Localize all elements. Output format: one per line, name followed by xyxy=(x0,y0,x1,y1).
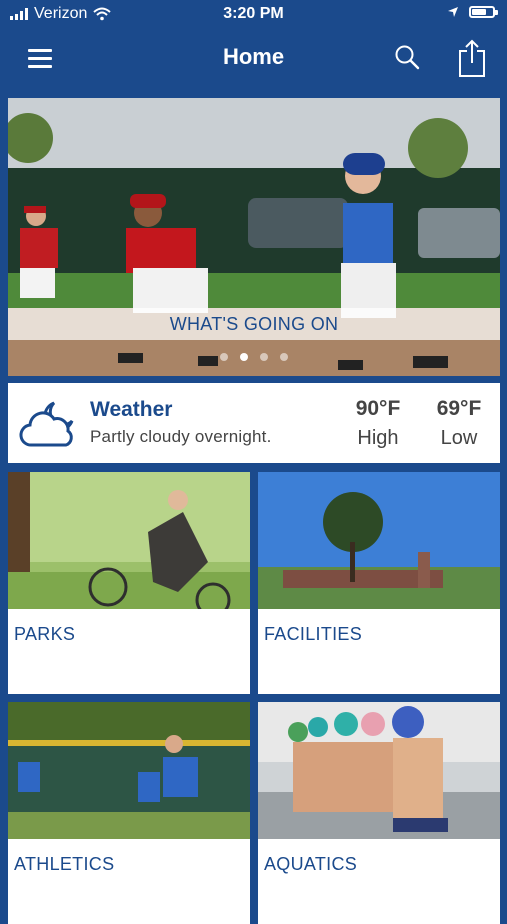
partly-cloudy-night-icon xyxy=(19,401,74,447)
tile-label: AQUATICS xyxy=(264,854,358,874)
hero-caption[interactable]: WHAT'S GOING ON xyxy=(8,308,500,340)
carousel-dots[interactable] xyxy=(8,353,500,361)
nav-bar: Home xyxy=(0,30,507,88)
battery-icon xyxy=(469,6,498,18)
tile-label: FACILITIES xyxy=(264,624,363,644)
athletics-image xyxy=(8,702,250,839)
low-temp-value: 69°F xyxy=(436,397,482,420)
aquatics-image xyxy=(258,702,500,839)
page-title: Home xyxy=(222,44,285,69)
tile-aquatics[interactable]: AQUATICS xyxy=(258,702,500,924)
tile-parks[interactable]: PARKS xyxy=(8,472,250,694)
carousel-dot[interactable] xyxy=(280,353,288,361)
parks-image xyxy=(8,472,250,609)
hero-carousel[interactable]: WHAT'S GOING ON xyxy=(8,98,500,376)
tile-label: ATHLETICS xyxy=(14,854,115,874)
weather-description: Partly cloudy overnight. xyxy=(90,427,272,446)
high-temperature: 90°F High xyxy=(343,397,413,450)
low-temperature: 69°F Low xyxy=(424,397,494,450)
status-time: 3:20 PM xyxy=(223,5,284,22)
carousel-dot-active[interactable] xyxy=(240,353,248,361)
tile-facilities[interactable]: FACILITIES xyxy=(258,472,500,694)
high-temp-label: High xyxy=(357,427,399,449)
share-icon[interactable] xyxy=(458,38,486,78)
status-right xyxy=(447,6,498,18)
status-bar: Verizon 3:20 PM xyxy=(0,0,507,30)
facilities-image xyxy=(258,472,500,609)
high-temp-value: 90°F xyxy=(355,397,401,420)
carousel-dot[interactable] xyxy=(260,353,268,361)
carousel-dot[interactable] xyxy=(220,353,228,361)
low-temp-label: Low xyxy=(440,427,478,449)
weather-title: Weather xyxy=(90,398,173,421)
weather-card[interactable]: Weather Partly cloudy overnight. 90°F Hi… xyxy=(8,383,500,463)
tile-athletics[interactable]: ATHLETICS xyxy=(8,702,250,924)
location-arrow-icon xyxy=(448,7,458,17)
tile-label: PARKS xyxy=(14,624,76,644)
search-icon[interactable] xyxy=(394,44,420,70)
